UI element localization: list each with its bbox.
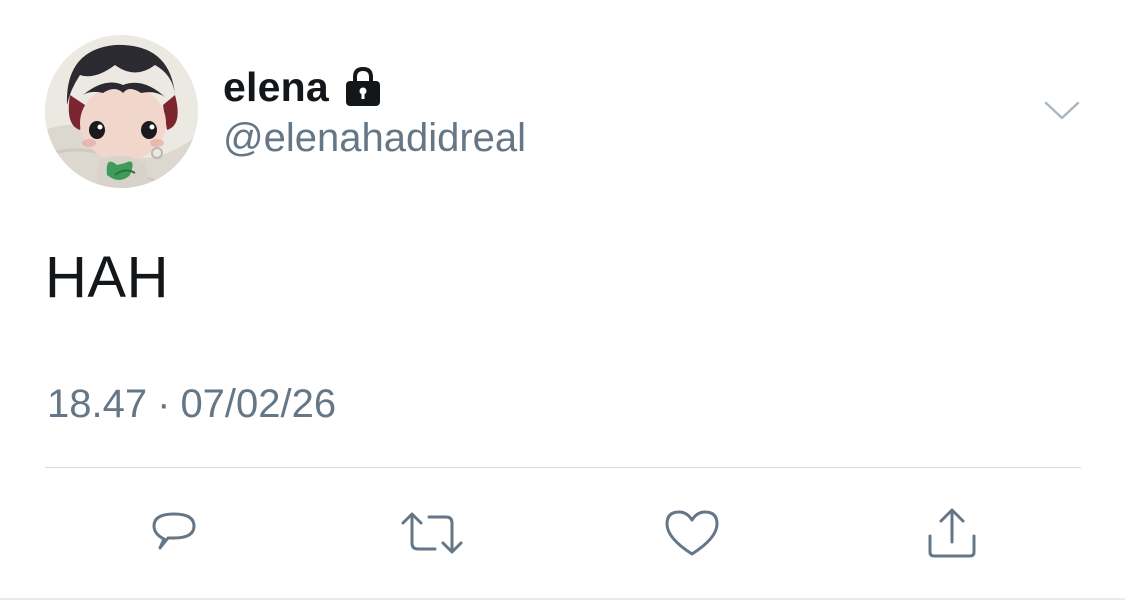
bottom-divider [0, 598, 1125, 600]
action-bar [0, 500, 1125, 570]
meta-separator: · [157, 382, 171, 426]
lock-icon [343, 66, 383, 108]
tweet-text: HAH [45, 245, 169, 310]
chevron-down-icon[interactable] [1043, 98, 1081, 124]
reply-button[interactable] [139, 500, 209, 570]
share-button[interactable] [917, 500, 987, 570]
like-button[interactable] [657, 500, 727, 570]
avatar-image [45, 35, 198, 188]
tweet-card: elena @elenahadidreal HAH 18.47 · 07/02/26 [0, 0, 1125, 601]
user-handle[interactable]: @elenahadidreal [223, 116, 526, 161]
avatar[interactable] [45, 35, 198, 188]
tweet-date: 07/02/26 [180, 382, 337, 426]
user-name-row[interactable]: elena [223, 62, 383, 112]
retweet-icon [397, 505, 467, 566]
share-icon [922, 504, 982, 567]
reply-icon [146, 505, 202, 566]
divider [45, 467, 1081, 468]
heart-icon [663, 506, 721, 565]
tweet-meta: 18.47 · 07/02/26 [47, 382, 336, 427]
retweet-button[interactable] [397, 500, 467, 570]
tweet-time: 18.47 [47, 382, 148, 426]
display-name[interactable]: elena [223, 64, 329, 111]
